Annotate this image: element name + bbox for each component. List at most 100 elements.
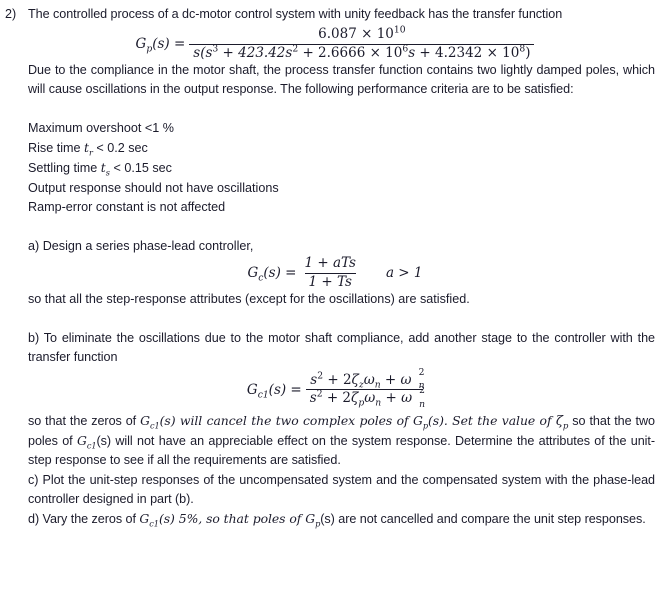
part-b-zeta-base: ζ (555, 413, 563, 429)
document-page: 2) The controlled process of a dc-motor … (0, 0, 670, 603)
criteria-list: Maximum overshoot <1 % Rise time tr < 0.… (0, 119, 670, 218)
equation-gc1-fraction: s2 + 2ζzωn + ω2n s2 + 2ζpωn + ω2n (305, 367, 425, 409)
criterion-max-overshoot-text: Maximum overshoot <1 % (28, 120, 174, 135)
part-d-gc1-base: G (139, 510, 150, 526)
part-c-paragraph: c) Plot the unit-step responses of the u… (28, 472, 655, 506)
part-b-gc1-inline: Gc1 (140, 412, 160, 431)
gc1-den-omega2-sub: n (419, 398, 426, 410)
part-a-intro: a) Design a series phase-lead controller… (28, 238, 254, 253)
part-a-closing: so that all the step-response attributes… (28, 292, 470, 307)
gc1-den-omega-n-squared: ω2n (401, 386, 425, 409)
part-d-text-2: (s) 5%, so that poles of (158, 510, 306, 526)
gc1-subscript: c1 (257, 389, 269, 401)
equation-gc1-denominator: s2 + 2ζpωn + ω2n (305, 386, 425, 409)
part-d-gp-inline: Gp (305, 510, 320, 528)
equation-gc1-numerator: s2 + 2ζzωn + ω2n (306, 367, 425, 390)
part-d-text-1: d) Vary the zeros of (28, 511, 140, 526)
equation-gc-fraction: 1 + aTs 1 + Ts (300, 255, 359, 291)
gc1-num-tail: + (380, 371, 401, 388)
criterion-rise-time-suffix: < 0.2 sec (92, 141, 148, 156)
criterion-rise-time: Rise time tr < 0.2 sec (28, 138, 655, 158)
gc1-num-zeta: ζ (351, 371, 359, 388)
criterion-ramp-error: Ramp-error constant is not affected (28, 198, 655, 217)
gp-den-open: s(s (193, 44, 213, 61)
compliance-paragraph: Due to the compliance in the motor shaft… (28, 63, 655, 97)
part-b-block: b) To eliminate the oscillations due to … (0, 329, 670, 367)
part-b-closing-block: so that the zeros of Gc1(s) will cancel … (0, 411, 670, 471)
part-b-closing-3: (s). Set the value of (428, 412, 556, 428)
gp-argument: (s) = (152, 36, 186, 53)
gp-den-close: ) (525, 44, 531, 61)
gc1-num-mid: + 2 (323, 371, 352, 388)
part-d-gc1-sub: c1 (149, 518, 159, 529)
part-d-gc1-inline: Gc1 (139, 510, 159, 529)
criterion-settling-time-prefix: Settling time (28, 161, 101, 176)
gc-argument: (s) = (263, 265, 297, 282)
criterion-rise-time-prefix: Rise time (28, 141, 84, 156)
equation-gc-condition: a > 1 (385, 265, 423, 282)
equation-gc1: Gc1(s) = s2 + 2ζzωn + ω2n s2 + 2ζpωn + ω… (0, 367, 670, 409)
part-b-gc1b-sub: c1 (86, 440, 97, 451)
equation-gp-lhs: Gp(s) = (135, 36, 190, 54)
gc1-den-tail: + (381, 390, 402, 407)
equation-gp-numerator: 6.087 × 1010 (314, 24, 409, 44)
gp-den-plus1: + 423.42s (218, 44, 293, 61)
part-b-intro: b) To eliminate the oscillations due to … (28, 330, 655, 364)
part-b-gc1-base: G (140, 412, 150, 428)
part-b-gc1b-inline: Gc1 (76, 433, 97, 451)
criterion-no-oscillations: Output response should not have oscillat… (28, 179, 655, 198)
part-b-closing-5: (s) will not have an appreciable effect … (28, 434, 655, 468)
equation-gc-denominator: 1 + Ts (304, 272, 356, 291)
gc1-num-omega2-sup: 2 (418, 366, 425, 378)
gp-den-plus3: + 4.2342 × 10 (415, 44, 520, 61)
spacer-after-compliance (0, 100, 670, 119)
gc-num-text: 1 + aTs (304, 255, 356, 272)
part-b-gp-inline: Gp (412, 412, 428, 430)
compliance-block: Due to the compliance in the motor shaft… (0, 61, 670, 99)
part-b-closing-paragraph: so that the zeros of Gc1(s) will cancel … (28, 411, 655, 471)
criterion-ramp-error-text: Ramp-error constant is not affected (28, 200, 226, 215)
spacer-before-part-b (0, 310, 670, 329)
gc1-den-s: s (309, 390, 317, 407)
equation-gc-lhs: Gc(s) = (247, 265, 300, 283)
criterion-settling-time-suffix: < 0.15 sec (109, 161, 172, 176)
criterion-rise-time-symbol: tr (84, 140, 93, 157)
part-d-text-3: (s) are not cancelled and compare the un… (320, 511, 646, 526)
gc1-den-omega: ω (364, 390, 376, 407)
gc1-den-omega2-sup: 2 (419, 385, 425, 397)
part-b-gc1-sub: c1 (149, 420, 160, 431)
equation-gp-denominator: s(s3 + 423.42s2 + 2.6666 × 106s + 4.2342… (189, 43, 535, 62)
gc1-num-omega-n-squared: ω2n (401, 367, 425, 390)
equation-gc-numerator: 1 + aTs (300, 255, 359, 273)
part-d-gp-base: G (305, 510, 316, 526)
gc1-num-omega: ω (363, 371, 375, 388)
question-number: 2) (5, 7, 17, 21)
gp-num-exponent: 10 (393, 24, 406, 36)
part-b-closing-2: (s) will cancel the two complex poles of (159, 412, 413, 428)
part-a-closing-block: so that all the step-response attributes… (0, 290, 670, 309)
gc1-symbol: G (246, 381, 258, 398)
criterion-settling-time-symbol: ts (101, 160, 110, 177)
part-b-gp-base: G (412, 412, 423, 428)
equation-gp: Gp(s) = 6.087 × 1010 s(s3 + 423.42s2 + 2… (0, 24, 670, 62)
equation-gc1-lhs: Gc1(s) = (246, 381, 306, 401)
part-b-gc1b-base: G (76, 433, 87, 449)
gc1-den-mid: + 2 (322, 390, 352, 407)
question-intro-paragraph: The controlled process of a dc-motor con… (28, 7, 563, 21)
gp-num-coefficient: 6.087 × 10 (318, 26, 394, 43)
gc1-argument: (s) = (268, 381, 302, 398)
spacer-before-part-a (0, 218, 670, 237)
part-c-block: c) Plot the unit-step responses of the u… (0, 471, 670, 509)
equation-gc: Gc(s) = 1 + aTs 1 + Ts a > 1 (0, 255, 670, 291)
gp-symbol: G (135, 36, 147, 53)
gp-den-plus2: + 2.6666 × 10 (298, 44, 403, 61)
criterion-settling-time: Settling time ts < 0.15 sec (28, 158, 655, 178)
part-b-zeta-p-inline: ζp (555, 413, 569, 431)
part-d-paragraph: d) Vary the zeros of Gc1(s) 5%, so that … (28, 509, 655, 529)
equation-gp-fraction: 6.087 × 1010 s(s3 + 423.42s2 + 2.6666 × … (189, 24, 535, 62)
gc-den-text: 1 + Ts (308, 273, 352, 290)
criterion-max-overshoot: Maximum overshoot <1 % (28, 119, 655, 138)
gc1-den-omega2-base: ω (401, 390, 413, 407)
gc-symbol: G (247, 265, 259, 282)
question-block: 2) The controlled process of a dc-motor … (0, 0, 670, 24)
